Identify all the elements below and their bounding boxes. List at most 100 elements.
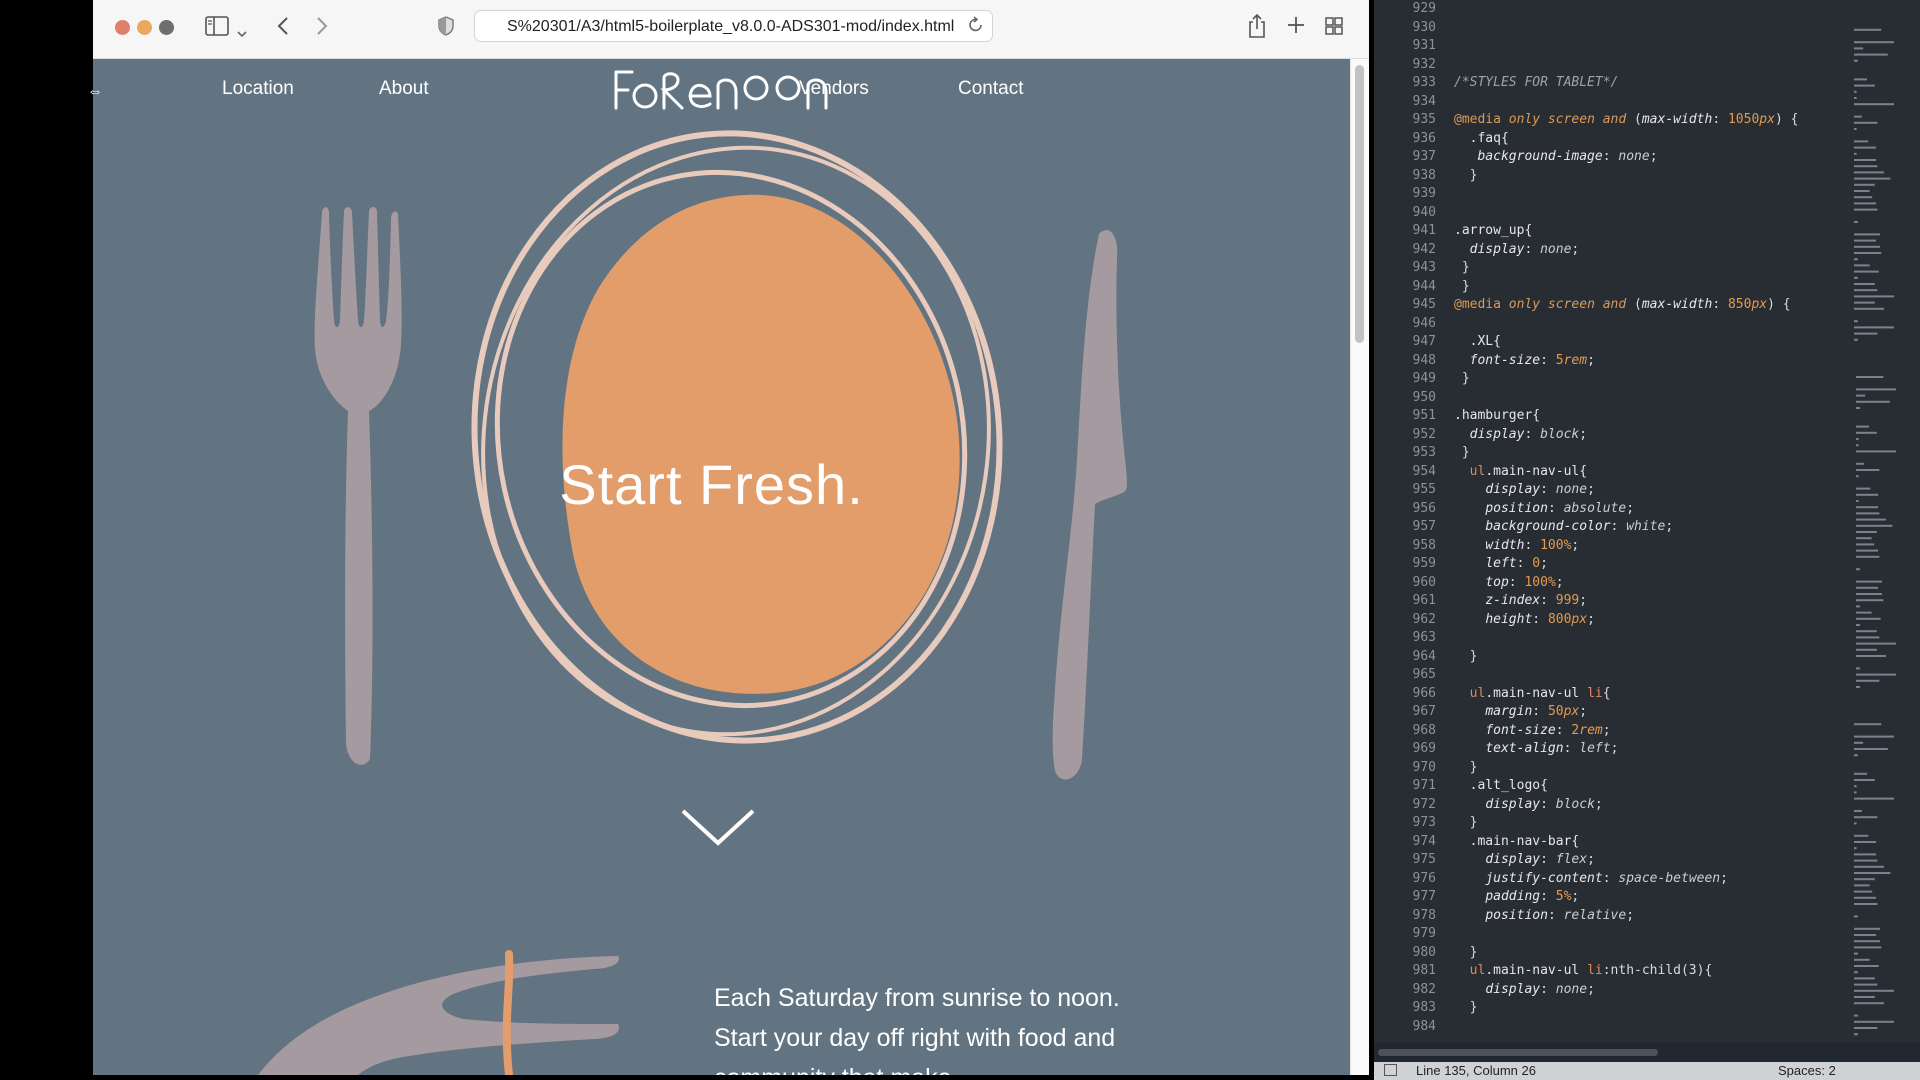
nav-link-location[interactable]: Location bbox=[222, 78, 294, 100]
grid-icon[interactable] bbox=[1325, 16, 1343, 40]
minimap-line bbox=[1854, 171, 1884, 174]
window-close-button[interactable] bbox=[115, 20, 130, 35]
code-line[interactable]: position: absolute; bbox=[1454, 500, 1634, 519]
code-line[interactable]: @media only screen and (max-width: 1050p… bbox=[1454, 111, 1798, 130]
minimap-line bbox=[1854, 965, 1879, 967]
code-token: justify-content bbox=[1485, 870, 1603, 886]
cursor-position[interactable]: Line 135, Column 26 bbox=[1416, 1063, 1536, 1078]
code-line[interactable]: } bbox=[1454, 999, 1478, 1018]
page-scrollbar[interactable] bbox=[1350, 59, 1369, 1075]
minimap-line bbox=[1854, 283, 1875, 285]
code-line[interactable]: } bbox=[1454, 167, 1478, 186]
code-token: } bbox=[1454, 260, 1470, 275]
editor-horizontal-scrollbar[interactable] bbox=[1374, 1043, 1920, 1062]
line-number: 949 bbox=[1412, 371, 1436, 386]
code-line[interactable]: display: block; bbox=[1454, 796, 1602, 815]
code-token: 100 bbox=[1524, 574, 1548, 590]
plus-icon[interactable] bbox=[1286, 15, 1306, 40]
code-line[interactable]: } bbox=[1454, 759, 1478, 778]
code-line[interactable]: } bbox=[1454, 259, 1470, 278]
code-token: max-width bbox=[1641, 297, 1713, 312]
minimap-line bbox=[1856, 555, 1880, 558]
minimap-line bbox=[1854, 264, 1870, 267]
code-line[interactable]: } bbox=[1454, 370, 1470, 389]
code-line[interactable]: @media only screen and (max-width: 850px… bbox=[1454, 296, 1791, 315]
panel-toggle-icon[interactable] bbox=[1384, 1064, 1397, 1076]
code-line[interactable]: } bbox=[1454, 648, 1478, 667]
code-line[interactable]: z-index: 999; bbox=[1454, 592, 1587, 611]
line-number: 967 bbox=[1412, 704, 1436, 719]
indentation-setting[interactable]: Spaces: 2 bbox=[1778, 1063, 1836, 1078]
minimap[interactable] bbox=[1850, 0, 1910, 1050]
code-line[interactable]: position: relative; bbox=[1454, 907, 1634, 926]
line-number: 956 bbox=[1412, 500, 1436, 516]
share-icon[interactable] bbox=[1247, 13, 1267, 44]
code-line[interactable]: width: 100%; bbox=[1454, 537, 1579, 556]
window-minimize-button[interactable] bbox=[137, 20, 152, 35]
window-zoom-button[interactable] bbox=[159, 20, 174, 35]
code-line[interactable]: left: 0; bbox=[1454, 555, 1548, 574]
code-line[interactable]: } bbox=[1454, 944, 1478, 963]
code-line[interactable]: } bbox=[1454, 278, 1470, 297]
minimap-line bbox=[1856, 506, 1879, 509]
minimap-line bbox=[1854, 958, 1870, 961]
minimap-line bbox=[1854, 221, 1858, 223]
minimap-line bbox=[1854, 90, 1857, 93]
code-token: block bbox=[1555, 796, 1595, 812]
code-line[interactable]: font-size: 5rem; bbox=[1454, 352, 1595, 371]
code-line[interactable]: ul.main-nav-ul li{ bbox=[1454, 685, 1611, 704]
code-line[interactable]: .faq{ bbox=[1454, 130, 1509, 149]
code-line[interactable]: ul.main-nav-ul li:nth-child(3){ bbox=[1454, 962, 1713, 981]
page-scrollbar-thumb[interactable] bbox=[1355, 65, 1364, 343]
code-token: .main-nav-ul bbox=[1485, 963, 1588, 978]
editor-scrollbar-thumb[interactable] bbox=[1378, 1049, 1658, 1056]
code-line[interactable]: font-size: 2rem; bbox=[1454, 722, 1610, 741]
code-line[interactable]: .main-nav-bar{ bbox=[1454, 833, 1580, 852]
code-editor[interactable]: 929 930 931 932 933 934 935 936 937 938 939 940 941 9… bbox=[1374, 0, 1920, 1062]
chevron-down-icon[interactable] bbox=[236, 20, 248, 44]
code-token: only screen and bbox=[1508, 112, 1635, 127]
address-bar[interactable]: S%20301/A3/html5-boilerplate_v8.0.0-ADS3… bbox=[474, 10, 993, 42]
code-token: ( bbox=[1634, 297, 1642, 312]
minimap-line bbox=[1856, 655, 1886, 657]
code-token: : bbox=[1563, 741, 1580, 756]
code-line[interactable]: background-image: none; bbox=[1454, 148, 1657, 167]
code-line[interactable]: padding: 5%; bbox=[1454, 888, 1579, 907]
code-line[interactable]: .hamburger{ bbox=[1454, 407, 1540, 426]
code-line[interactable]: .arrow_up{ bbox=[1454, 222, 1532, 241]
code-line[interactable]: display: none; bbox=[1454, 981, 1595, 1000]
nav-link-vendors[interactable]: Vendors bbox=[799, 78, 869, 100]
code-line[interactable]: background-color: white; bbox=[1454, 518, 1673, 537]
code-line[interactable]: .alt_logo{ bbox=[1454, 777, 1548, 796]
code-line[interactable]: top: 100%; bbox=[1454, 574, 1563, 593]
code-line[interactable]: margin: 50px; bbox=[1454, 703, 1587, 722]
code-line[interactable]: justify-content: space-between; bbox=[1454, 870, 1728, 889]
nav-link-about[interactable]: About bbox=[379, 78, 429, 100]
code-token: : bbox=[1524, 241, 1541, 257]
chevron-right-icon[interactable] bbox=[315, 15, 329, 42]
code-line[interactable]: text-align: left; bbox=[1454, 740, 1618, 759]
nav-link-contact[interactable]: Contact bbox=[958, 78, 1023, 100]
code-line[interactable]: } bbox=[1454, 444, 1470, 463]
line-number: 939 bbox=[1412, 186, 1436, 201]
code-line[interactable]: /*STYLES FOR TABLET*/ bbox=[1454, 74, 1618, 93]
code-area[interactable]: /*STYLES FOR TABLET*/ @media only screen … bbox=[1454, 0, 1854, 1062]
chevron-left-icon[interactable] bbox=[276, 15, 290, 42]
reload-icon[interactable] bbox=[968, 16, 984, 39]
code-line[interactable]: display: none; bbox=[1454, 481, 1595, 500]
code-line[interactable]: display: none; bbox=[1454, 241, 1580, 260]
shield-icon[interactable] bbox=[438, 16, 454, 41]
sidebar-icon[interactable] bbox=[205, 16, 229, 41]
code-line[interactable]: } bbox=[1454, 814, 1478, 833]
code-token: 0 bbox=[1532, 556, 1541, 571]
code-line[interactable]: ul.main-nav-ul{ bbox=[1454, 463, 1587, 482]
code-token: position bbox=[1485, 500, 1548, 516]
code-line[interactable]: display: block; bbox=[1454, 426, 1587, 445]
minimap-line bbox=[1856, 605, 1860, 608]
minimap-line bbox=[1854, 258, 1858, 261]
code-line[interactable]: .XL{ bbox=[1454, 333, 1501, 352]
url-text[interactable]: S%20301/A3/html5-boilerplate_v8.0.0-ADS3… bbox=[507, 18, 954, 36]
line-number: 984 bbox=[1412, 1018, 1436, 1034]
code-line[interactable]: height: 800px; bbox=[1454, 611, 1595, 630]
code-line[interactable]: display: flex; bbox=[1454, 851, 1595, 870]
